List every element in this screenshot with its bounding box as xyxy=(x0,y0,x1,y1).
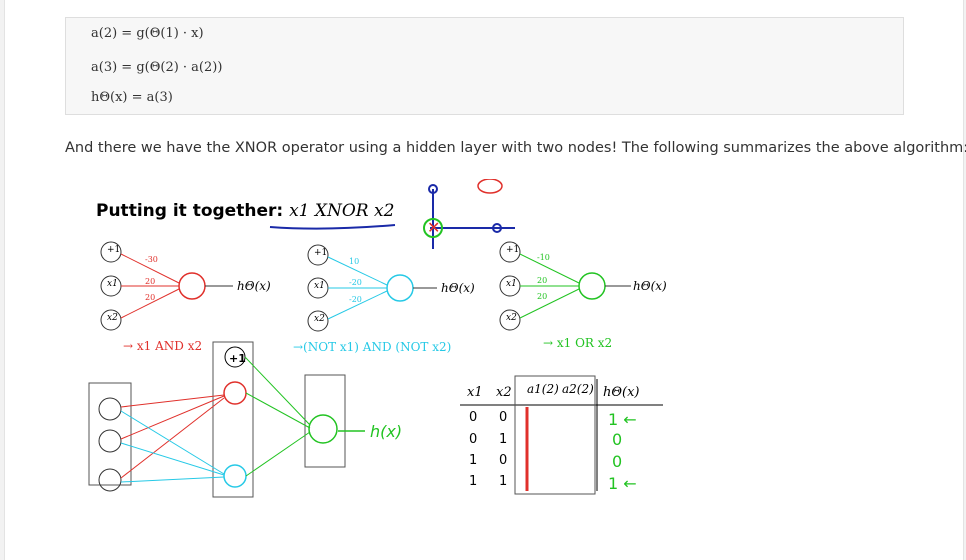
net3-weight-bias: -10 xyxy=(537,253,550,262)
combined-x1-node xyxy=(98,429,122,453)
green-edge-2 xyxy=(245,392,311,429)
out-mark-4: 1 ← xyxy=(608,474,637,493)
table-row3-x1: 1 xyxy=(469,453,478,468)
table-row1-x1: 0 xyxy=(469,410,478,425)
combined-network: +1 h(x) xyxy=(88,341,402,498)
net3-weight-x1: 20 xyxy=(537,276,548,285)
cyan-edge-3 xyxy=(120,476,225,483)
sketch-x-circle xyxy=(477,179,503,194)
net3-output-label: hΘ(x) xyxy=(633,279,667,293)
net2-output-node xyxy=(386,274,414,302)
formula-line-2-text: a(3) = g(Θ(2) · a(2)) xyxy=(91,60,223,75)
net2-weight-bias: 10 xyxy=(349,257,360,266)
red-edge-2 xyxy=(120,395,225,440)
figure-title: Putting it together: x1 XNOR x2 xyxy=(96,201,394,221)
table-header-x2: x2 xyxy=(496,385,512,400)
red-edge-1 xyxy=(120,394,225,408)
net2-output-label: hΘ(x) xyxy=(441,281,475,295)
table-header-a1: a1(2) xyxy=(527,382,559,396)
hidden-a2-node xyxy=(223,464,247,488)
net3-x2-label: x2 xyxy=(506,313,517,323)
net3-weight-x2: 20 xyxy=(537,292,548,301)
net3-x1-label: x1 xyxy=(506,279,517,289)
hidden-a1-node xyxy=(223,381,247,405)
formula-line-1: a(2) = g(Θ(1) · x) xyxy=(91,26,204,41)
xnor-figure: ✕ +1 h(x) 1 ← 0 0 1 ← Putting it togethe… xyxy=(65,179,688,519)
net2-x1-label: x1 xyxy=(314,281,325,291)
summary-paragraph: And there we have the XNOR operator usin… xyxy=(65,140,966,156)
cyan-edge-2 xyxy=(120,442,225,476)
table-header-x1: x1 xyxy=(467,385,483,400)
final-h-of-x: h(x) xyxy=(370,422,402,441)
formula-line-3-text: hΘ(x) = a(3) xyxy=(91,90,173,105)
table-row4-x2: 1 xyxy=(499,474,508,489)
table-row3-x2: 0 xyxy=(499,453,508,468)
sketch-origin-x: ✕ xyxy=(427,218,440,237)
figure-title-prefix: Putting it together: xyxy=(96,201,284,221)
figure-title-math: x1 XNOR x2 xyxy=(289,201,395,221)
formula-line-1-text: a(2) = g(Θ(1) · x) xyxy=(91,26,204,41)
net3-bias-label: +1 xyxy=(506,245,520,255)
table-row1-x2: 0 xyxy=(499,410,508,425)
green-edge-1 xyxy=(244,356,311,426)
net1-output-label: hΘ(x) xyxy=(237,279,271,293)
net3-edge-x2 xyxy=(519,288,580,319)
net3-caption: → x1 OR x2 xyxy=(543,336,613,350)
net1-weight-x1: 20 xyxy=(145,277,156,286)
table-row2-x2: 1 xyxy=(499,432,508,447)
net1-weight-x2: 20 xyxy=(145,293,156,302)
net1-bias-label: +1 xyxy=(107,245,121,255)
table-row2-x1: 0 xyxy=(469,432,478,447)
out-mark-1: 1 ← xyxy=(608,410,637,429)
out-mark-3: 0 xyxy=(612,452,622,471)
net2-weight-x1: -20 xyxy=(349,278,362,287)
formula-block: a(2) = g(Θ(1) · x) a(3) = g(Θ(2) · a(2))… xyxy=(65,17,904,115)
network-nor xyxy=(307,244,437,332)
table-header-h: hΘ(x) xyxy=(603,385,640,400)
cyan-edge-1 xyxy=(120,410,225,475)
title-underline xyxy=(269,224,396,230)
network-or xyxy=(499,241,631,331)
net1-output-node xyxy=(178,272,206,300)
formula-line-2: a(3) = g(Θ(2) · a(2)) xyxy=(91,60,222,75)
net2-weight-x2: -20 xyxy=(349,295,362,304)
combined-x2-node xyxy=(98,468,122,492)
red-edge-3 xyxy=(120,397,225,479)
content-page: a(2) = g(Θ(1) · x) a(3) = g(Θ(2) · a(2))… xyxy=(4,0,966,560)
net2-bias-label: +1 xyxy=(314,248,328,258)
net1-x1-label: x1 xyxy=(107,279,118,289)
network-and xyxy=(100,241,233,331)
net3-output-node xyxy=(578,272,606,300)
formula-line-3: hΘ(x) = a(3) xyxy=(91,90,173,105)
table-header-a2: a2(2) xyxy=(562,382,594,396)
net1-caption: → x1 AND x2 xyxy=(123,339,203,353)
hidden-bias-label: +1 xyxy=(229,352,246,365)
out-mark-2: 0 xyxy=(612,430,622,449)
green-edge-3 xyxy=(245,431,311,477)
table-row4-x1: 1 xyxy=(469,474,478,489)
net1-weight-bias: -30 xyxy=(145,255,158,264)
net1-x2-label: x2 xyxy=(107,313,118,323)
net2-x2-label: x2 xyxy=(314,314,325,324)
combined-bias-node xyxy=(98,397,122,421)
net2-caption: →(NOT x1) AND (NOT x2) xyxy=(293,340,452,354)
final-output-node xyxy=(308,414,338,444)
